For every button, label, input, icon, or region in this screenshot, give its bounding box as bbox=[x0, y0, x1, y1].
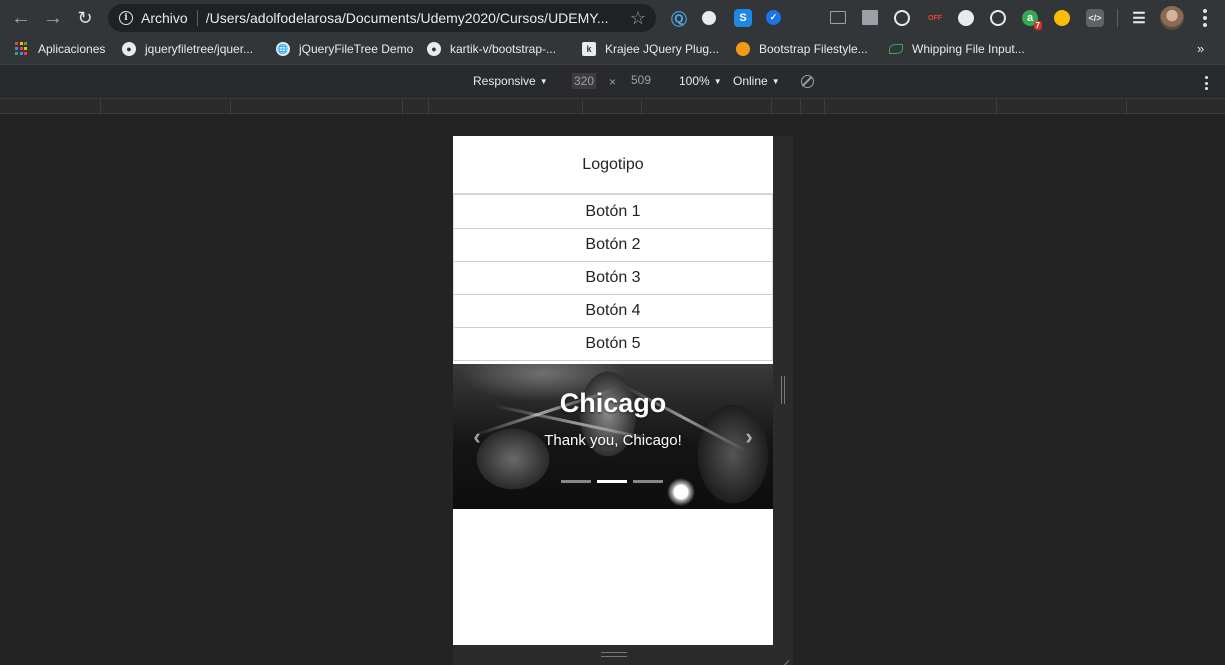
page-logo: Logotipo bbox=[453, 136, 773, 194]
bookmark-star-icon[interactable]: ☆ bbox=[630, 8, 646, 29]
bookmarks-overflow-icon[interactable]: » bbox=[1197, 41, 1204, 56]
carousel-indicator[interactable] bbox=[633, 480, 663, 483]
address-bar[interactable]: i Archivo /Users/adolfodelarosa/Document… bbox=[108, 4, 656, 32]
menu-button-3[interactable]: Botón 3 bbox=[453, 261, 773, 295]
globe-icon: 🌐 bbox=[276, 42, 290, 56]
bookmark-jqueryfiletree[interactable]: ● jqueryfiletree/jquer... bbox=[122, 42, 253, 56]
extension-circle-icon[interactable] bbox=[894, 10, 910, 26]
toolbar-divider bbox=[1117, 9, 1118, 27]
bookmark-apps[interactable]: Aplicaciones bbox=[15, 42, 105, 56]
krajee-icon: k bbox=[582, 42, 596, 56]
carousel-next-chevron-icon[interactable]: › bbox=[737, 422, 761, 452]
zoom-select[interactable]: 100% ▼ bbox=[679, 74, 722, 88]
carousel-prev-chevron-icon[interactable]: ‹ bbox=[465, 422, 489, 452]
bookmark-jqueryfiletree-demo[interactable]: 🌐 jQueryFileTree Demo bbox=[276, 42, 413, 56]
width-input[interactable]: 320 bbox=[572, 73, 597, 89]
extension-target-icon[interactable] bbox=[990, 10, 1006, 26]
bookmark-label: Bootstrap Filestyle... bbox=[759, 42, 868, 56]
profile-avatar[interactable] bbox=[1160, 6, 1184, 30]
device-toolbar: Responsive ▼ 320 × 509 100% ▼ Online ▼ bbox=[0, 64, 1225, 98]
carousel-indicators bbox=[561, 480, 663, 483]
url-separator bbox=[196, 10, 198, 26]
bookmark-whipping-file-input[interactable]: Whipping File Input... bbox=[889, 42, 1025, 56]
extension-c-icon[interactable]: Ⓠ bbox=[670, 9, 688, 29]
viewport-resize-handle-bottom[interactable] bbox=[453, 645, 793, 665]
carousel-indicator[interactable] bbox=[561, 480, 591, 483]
extension-code-icon[interactable]: </> bbox=[1086, 9, 1104, 27]
extension-magnifier-icon[interactable] bbox=[1054, 10, 1070, 26]
extension-grid-icon[interactable] bbox=[862, 10, 878, 25]
caret-down-icon: ▼ bbox=[539, 77, 548, 86]
carousel-indicator-active[interactable] bbox=[597, 480, 627, 483]
bookmark-label: Aplicaciones bbox=[38, 42, 106, 56]
carousel-caption-title: Chicago bbox=[559, 388, 667, 418]
bookmark-kartik-bootstrap[interactable]: ● kartik-v/bootstrap-... bbox=[427, 42, 556, 56]
menu-button-5[interactable]: Botón 5 bbox=[453, 327, 773, 361]
extension-search-icon[interactable] bbox=[702, 11, 716, 25]
zoom-label: 100% bbox=[679, 74, 710, 88]
back-arrow-icon[interactable]: ← bbox=[8, 5, 34, 31]
browser-toolbar: ← → ↻ i Archivo /Users/adolfodelarosa/Do… bbox=[0, 0, 1225, 36]
bookmark-label: Whipping File Input... bbox=[912, 42, 1025, 56]
carousel-caption-subtitle: Thank you, Chicago! bbox=[544, 432, 682, 449]
extension-terminal-icon[interactable] bbox=[830, 11, 846, 24]
extension-check-icon[interactable]: ✓ bbox=[766, 10, 781, 25]
carousel: Chicago Thank you, Chicago! ‹ › bbox=[453, 364, 773, 509]
bookmark-label: Krajee JQuery Plug... bbox=[605, 42, 720, 56]
extension-refresh-icon[interactable] bbox=[958, 10, 974, 26]
apps-grid-icon bbox=[15, 42, 29, 56]
media-query-ruler[interactable] bbox=[0, 98, 1225, 115]
bookmarks-bar: Aplicaciones ● jqueryfiletree/jquer... 🌐… bbox=[0, 36, 1225, 64]
bookmark-label: jQueryFileTree Demo bbox=[299, 42, 414, 56]
rotate-disabled-icon[interactable] bbox=[801, 75, 814, 88]
device-label: Responsive bbox=[473, 74, 536, 88]
times-icon: × bbox=[609, 75, 617, 89]
device-toolbar-menu-icon[interactable] bbox=[1205, 76, 1208, 90]
caret-down-icon: ▼ bbox=[713, 77, 722, 86]
height-input[interactable]: 509 bbox=[631, 73, 651, 87]
extension-s-icon[interactable]: S bbox=[734, 9, 752, 27]
network-throttle-select[interactable]: Online ▼ bbox=[733, 74, 780, 88]
media-queue-icon[interactable]: ☰ bbox=[1130, 9, 1148, 27]
forward-arrow-icon[interactable]: → bbox=[40, 5, 66, 31]
caret-down-icon: ▼ bbox=[771, 77, 780, 86]
extension-off-icon[interactable]: OFF bbox=[926, 9, 944, 27]
github-icon: ● bbox=[427, 42, 441, 56]
info-icon[interactable]: i bbox=[119, 11, 133, 25]
reload-icon[interactable]: ↻ bbox=[72, 5, 98, 31]
security-label: Archivo bbox=[141, 10, 188, 26]
network-label: Online bbox=[733, 74, 768, 88]
filestyle-icon bbox=[736, 42, 750, 56]
url-text[interactable]: /Users/adolfodelarosa/Documents/Udemy202… bbox=[206, 10, 616, 26]
github-icon: ● bbox=[122, 42, 136, 56]
extension-a-icon[interactable]: a7 bbox=[1022, 10, 1042, 30]
bookmark-bootstrap-filestyle[interactable]: Bootstrap Filestyle... bbox=[736, 42, 868, 56]
bookmark-krajee[interactable]: k Krajee JQuery Plug... bbox=[582, 42, 719, 56]
menu-button-2[interactable]: Botón 2 bbox=[453, 228, 773, 262]
viewport-resize-corner-icon[interactable] bbox=[779, 651, 789, 661]
menu-button-1[interactable]: Botón 1 bbox=[453, 194, 773, 229]
leaf-icon bbox=[889, 44, 903, 54]
bookmark-label: jqueryfiletree/jquer... bbox=[145, 42, 254, 56]
device-select[interactable]: Responsive ▼ bbox=[473, 74, 548, 88]
emulated-viewport: Logotipo Botón 1 Botón 2 Botón 3 Botón 4… bbox=[453, 136, 773, 645]
viewport-resize-handle-right[interactable] bbox=[773, 136, 793, 645]
bookmark-label: kartik-v/bootstrap-... bbox=[450, 42, 557, 56]
browser-menu-icon[interactable] bbox=[1198, 7, 1212, 29]
extension-badge: 7 bbox=[1033, 21, 1042, 30]
menu-button-4[interactable]: Botón 4 bbox=[453, 294, 773, 328]
